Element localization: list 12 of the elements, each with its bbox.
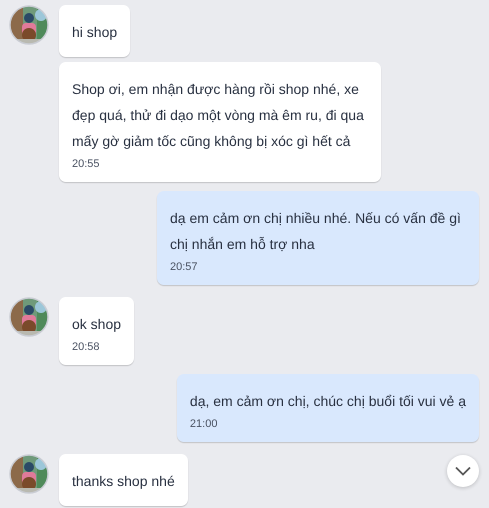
chevron-down-icon: [455, 466, 471, 476]
message-text: Shop ơi, em nhận được hàng rồi shop nhé, xe đẹp quá, thử đi dạo một vòng mà êm ru, đi qua mấy gờ giảm tốc cũng không bị xóc gì hết cả: [72, 80, 365, 151]
message-time: 20:55: [72, 158, 101, 170]
message-text: thanks shop nhé: [72, 472, 175, 491]
message-text: ok shop: [72, 315, 122, 334]
message-text: hi shop: [72, 23, 118, 42]
message-time: 20:57: [170, 261, 199, 273]
message-time: 21:00: [190, 418, 218, 430]
message-text: dạ em cảm ơn chị nhiều nhé. Nếu có vấn đề gì chị nhắn em hỗ trợ nha: [170, 209, 462, 254]
message-time: 20:58: [72, 341, 101, 353]
message-text: dạ, em cảm ơn chị, chúc chị buổi tối vui vẻ ạ: [190, 392, 466, 411]
scroll-down-button[interactable]: [447, 455, 479, 487]
